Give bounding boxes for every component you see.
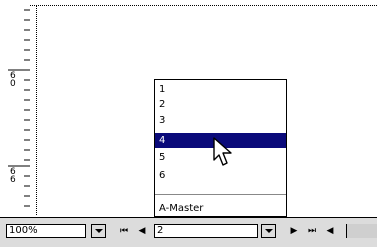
popup-item-page-3[interactable]: 3 [155,113,286,128]
popup-item-a-master[interactable]: A-Master [155,201,286,216]
last-page-icon[interactable]: ⏭ [306,224,318,238]
first-page-icon[interactable]: ⏮ [118,224,130,238]
next-page-icon[interactable]: ▶ [288,224,300,238]
page-margin-top [30,5,377,6]
page-number-field[interactable]: 2 [154,224,258,238]
mouse-pointer-icon [213,137,232,166]
page-margin-left [36,5,37,215]
ruler-label-bottom: 6 6 [10,167,16,185]
popup-separator [155,194,286,195]
zoom-field[interactable]: 100% [6,224,86,238]
status-bar: 100% ⏮ ◀ 2 ▶ ⏭ ◀ [0,217,377,247]
horizontal-scrollbar[interactable] [346,224,377,238]
popup-item-page-2[interactable]: 2 [155,97,286,112]
popup-item-page-1[interactable]: 1 [155,82,286,97]
ruler-label-top: 6 0 [10,71,16,89]
zoom-dropdown-button[interactable] [91,224,106,238]
previous-page-icon[interactable]: ◀ [136,224,148,238]
vertical-ruler: 6 0 6 6 [0,0,31,215]
scroll-left-icon[interactable]: ◀ [324,224,336,238]
page-dropdown-button[interactable] [261,224,276,238]
